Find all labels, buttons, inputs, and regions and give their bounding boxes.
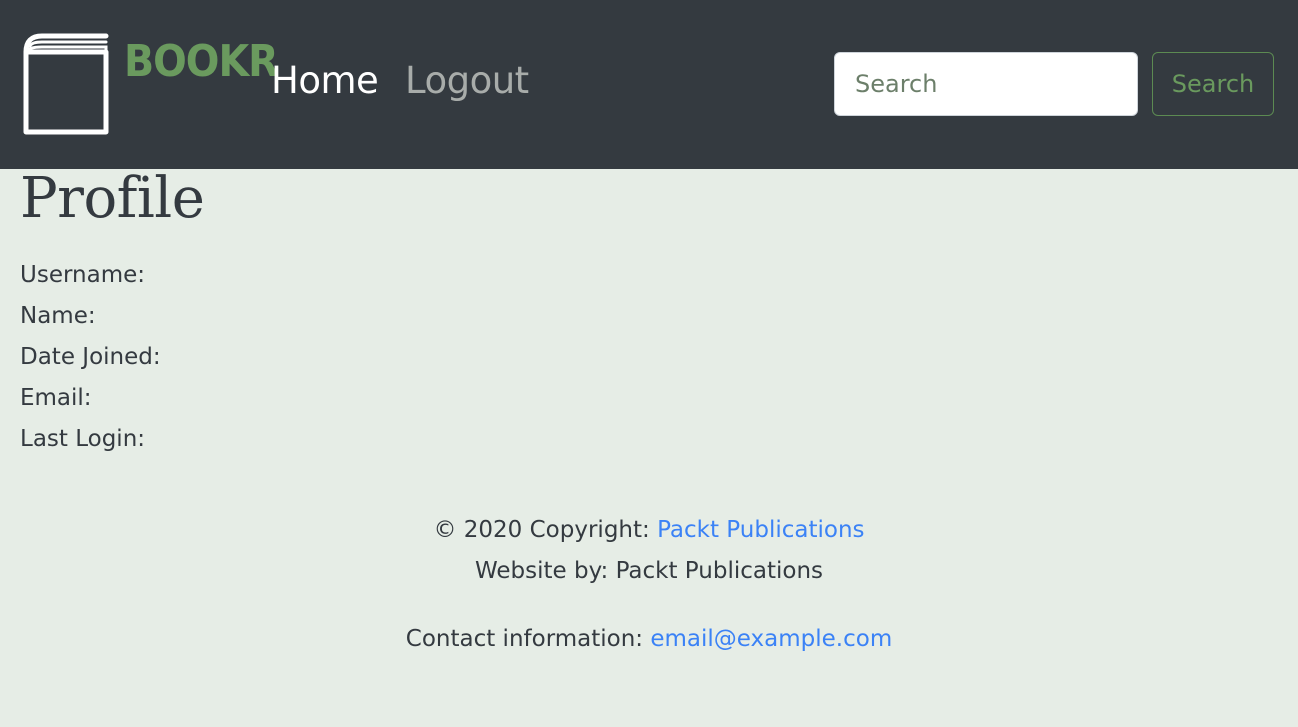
copyright-line: © 2020 Copyright: Packt Publications	[0, 510, 1298, 551]
nav-link-home[interactable]: Home	[271, 62, 379, 99]
footer-spacer	[0, 592, 1298, 619]
brand-name[interactable]: BOOKR	[124, 40, 279, 84]
contact-text: Contact information:	[405, 626, 651, 652]
username-field: Username:	[20, 262, 145, 288]
profile-details: Username: Name: Date Joined: Email: Last…	[20, 255, 161, 460]
last-login-field: Last Login:	[20, 426, 146, 452]
search-button[interactable]: Search	[1152, 52, 1274, 116]
date-joined-field: Date Joined:	[20, 344, 161, 370]
contact-email-link[interactable]: email@example.com	[650, 626, 892, 652]
website-by-line: Website by: Packt Publications	[474, 558, 824, 584]
search-input[interactable]	[834, 52, 1138, 116]
nav-link-logout[interactable]: Logout	[405, 62, 529, 99]
copyright-link[interactable]: Packt Publications	[657, 517, 864, 543]
book-icon[interactable]	[20, 30, 112, 138]
navbar: BOOKR Home Logout Search	[0, 0, 1298, 169]
footer: © 2020 Copyright: Packt Publications Web…	[0, 510, 1298, 660]
email-field: Email:	[20, 385, 92, 411]
name-field: Name:	[20, 303, 96, 329]
contact-line: Contact information: email@example.com	[0, 619, 1298, 660]
copyright-text: © 2020 Copyright:	[433, 517, 658, 543]
page-title: Profile	[20, 166, 205, 231]
